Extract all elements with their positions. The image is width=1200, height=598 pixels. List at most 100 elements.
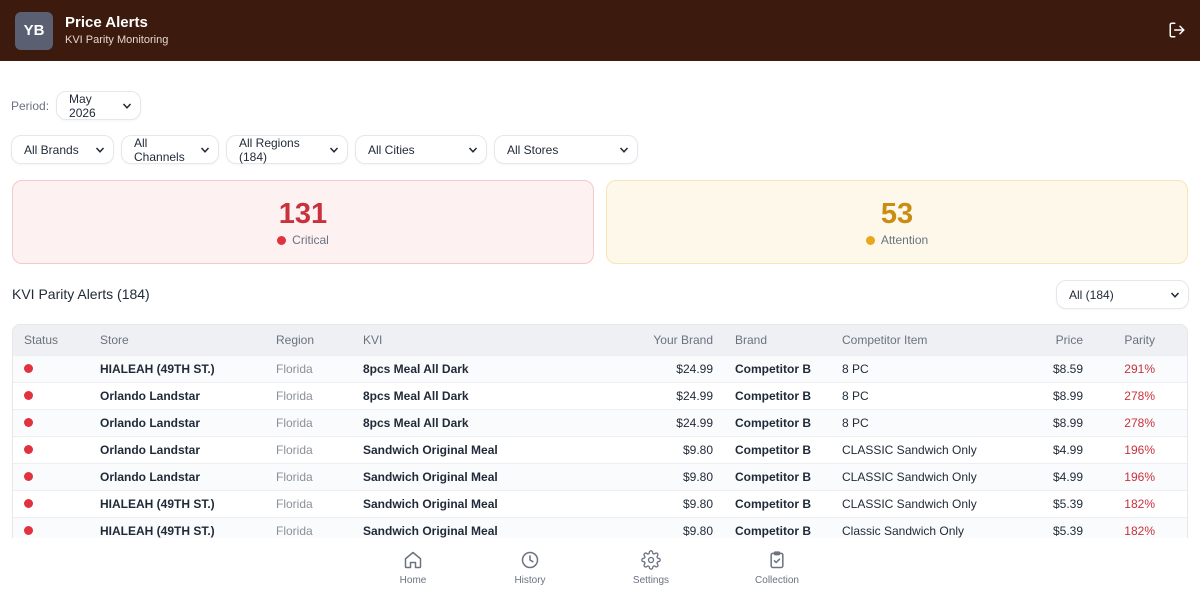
home-icon bbox=[404, 551, 422, 569]
table-row[interactable]: HIALEAH (49TH ST.) Florida Sandwich Orig… bbox=[13, 517, 1187, 538]
competitor-item-cell: 8 PC bbox=[842, 389, 869, 403]
cities-select[interactable]: All Cities bbox=[355, 135, 487, 164]
kvi-cell: 8pcs Meal All Dark bbox=[363, 389, 469, 403]
filter-bar: All Brands All Channels All Regions (184… bbox=[11, 135, 638, 164]
price-cell: $5.39 bbox=[1052, 497, 1083, 511]
kvi-cell: 8pcs Meal All Dark bbox=[363, 416, 469, 430]
critical-count: 131 bbox=[278, 198, 328, 230]
competitor-item-cell: Classic Sandwich Only bbox=[842, 524, 965, 538]
channels-select[interactable]: All Channels bbox=[121, 135, 219, 164]
table-row[interactable]: Orlando Landstar Florida Sandwich Origin… bbox=[13, 436, 1187, 463]
col-price[interactable]: Price bbox=[1012, 333, 1083, 347]
nav-history[interactable]: History bbox=[490, 550, 570, 586]
your-brand-cell: $24.99 bbox=[676, 362, 713, 376]
avatar[interactable]: YB bbox=[15, 11, 53, 50]
status-cell bbox=[13, 362, 100, 376]
col-your-brand[interactable]: Your Brand bbox=[583, 333, 713, 347]
store-cell: Orlando Landstar bbox=[100, 443, 201, 457]
attention-label: Attention bbox=[880, 233, 929, 247]
critical-label: Critical bbox=[292, 233, 329, 247]
channels-value: All Channels bbox=[134, 135, 185, 164]
chevron-down-icon bbox=[619, 146, 629, 153]
logout-icon[interactable] bbox=[1168, 21, 1186, 39]
cities-value: All Cities bbox=[368, 142, 415, 157]
critical-label-row: Critical bbox=[277, 233, 329, 247]
price-cell: $4.99 bbox=[1052, 443, 1083, 457]
your-brand-cell: $9.80 bbox=[682, 497, 713, 511]
price-cell: $4.99 bbox=[1052, 470, 1083, 484]
bottom-nav: Home History Settings Collection bbox=[0, 538, 1200, 598]
chevron-down-icon bbox=[1170, 291, 1180, 298]
parity-cell: 182% bbox=[1124, 524, 1155, 538]
col-store[interactable]: Store bbox=[100, 333, 276, 347]
status-cell bbox=[13, 524, 100, 538]
nav-settings[interactable]: Settings bbox=[611, 550, 691, 586]
your-brand-cell: $24.99 bbox=[676, 389, 713, 403]
nav-home[interactable]: Home bbox=[373, 550, 453, 586]
parity-cell: 196% bbox=[1124, 443, 1155, 457]
critical-status-icon bbox=[24, 499, 33, 508]
nav-settings-label: Settings bbox=[632, 575, 670, 586]
table-body: HIALEAH (49TH ST.) Florida 8pcs Meal All… bbox=[13, 355, 1187, 538]
table-row[interactable]: HIALEAH (49TH ST.) Florida Sandwich Orig… bbox=[13, 490, 1187, 517]
price-cell: $8.99 bbox=[1052, 389, 1083, 403]
brand-cell: Competitor B bbox=[735, 416, 811, 430]
col-status[interactable]: Status bbox=[13, 333, 100, 347]
col-parity[interactable]: Parity bbox=[1083, 333, 1155, 347]
store-cell: HIALEAH (49TH ST.) bbox=[100, 497, 215, 511]
nav-collection[interactable]: Collection bbox=[737, 550, 817, 586]
table-row[interactable]: Orlando Landstar Florida 8pcs Meal All D… bbox=[13, 409, 1187, 436]
store-cell: HIALEAH (49TH ST.) bbox=[100, 362, 215, 376]
nav-home-label: Home bbox=[399, 575, 427, 586]
your-brand-cell: $9.80 bbox=[682, 443, 713, 457]
region-cell: Florida bbox=[276, 416, 313, 430]
period-select[interactable]: May 2026 bbox=[56, 91, 142, 120]
brand-cell: Competitor B bbox=[735, 389, 811, 403]
attention-summary-card[interactable]: 53 Attention bbox=[606, 180, 1188, 264]
period-label: Period: bbox=[11, 98, 50, 113]
critical-status-icon bbox=[24, 526, 33, 535]
col-brand[interactable]: Brand bbox=[713, 333, 842, 347]
region-cell: Florida bbox=[276, 524, 313, 538]
brand-cell: Competitor B bbox=[735, 443, 811, 457]
brand-cell: Competitor B bbox=[735, 470, 811, 484]
table-row[interactable]: HIALEAH (49TH ST.) Florida 8pcs Meal All… bbox=[13, 355, 1187, 382]
gear-icon bbox=[641, 550, 661, 570]
nav-collection-label: Collection bbox=[755, 575, 799, 586]
store-cell: Orlando Landstar bbox=[100, 416, 201, 430]
competitor-item-cell: 8 PC bbox=[842, 362, 869, 376]
status-cell bbox=[13, 443, 100, 457]
period-row: Period: May 2026 bbox=[11, 91, 142, 120]
table-row[interactable]: Orlando Landstar Florida 8pcs Meal All D… bbox=[13, 382, 1187, 409]
col-region[interactable]: Region bbox=[276, 333, 363, 347]
clipboard-check-icon bbox=[770, 551, 784, 569]
critical-summary-card[interactable]: 131 Critical bbox=[12, 180, 594, 264]
region-cell: Florida bbox=[276, 389, 313, 403]
kvi-cell: Sandwich Original Meal bbox=[363, 443, 498, 457]
kvi-cell: 8pcs Meal All Dark bbox=[363, 362, 469, 376]
alerts-table: Status Store Region KVI Your Brand Brand… bbox=[12, 324, 1188, 538]
col-competitor-item[interactable]: Competitor Item bbox=[842, 333, 1012, 347]
app-header: YB Price Alerts KVI Parity Monitoring bbox=[0, 0, 1200, 61]
regions-select[interactable]: All Regions (184) bbox=[226, 135, 348, 164]
alerts-filter-select[interactable]: All (184) bbox=[1056, 280, 1189, 309]
brands-select[interactable]: All Brands bbox=[11, 135, 114, 164]
col-kvi[interactable]: KVI bbox=[363, 333, 583, 347]
store-cell: Orlando Landstar bbox=[100, 389, 201, 403]
nav-history-label: History bbox=[514, 575, 546, 586]
chevron-down-icon bbox=[329, 146, 339, 153]
competitor-item-cell: 8 PC bbox=[842, 416, 869, 430]
regions-value: All Regions (184) bbox=[239, 135, 300, 164]
kvi-cell: Sandwich Original Meal bbox=[363, 524, 498, 538]
chevron-down-icon bbox=[122, 102, 132, 109]
brand-cell: Competitor B bbox=[735, 497, 811, 511]
critical-status-icon bbox=[24, 418, 33, 427]
kvi-cell: Sandwich Original Meal bbox=[363, 470, 498, 484]
table-row[interactable]: Orlando Landstar Florida Sandwich Origin… bbox=[13, 463, 1187, 490]
price-cell: $5.39 bbox=[1052, 524, 1083, 538]
page-subtitle: KVI Parity Monitoring bbox=[65, 33, 169, 46]
parity-cell: 291% bbox=[1124, 362, 1155, 376]
stores-select[interactable]: All Stores bbox=[494, 135, 638, 164]
chevron-down-icon bbox=[468, 146, 478, 153]
page-title: Price Alerts bbox=[65, 13, 148, 31]
